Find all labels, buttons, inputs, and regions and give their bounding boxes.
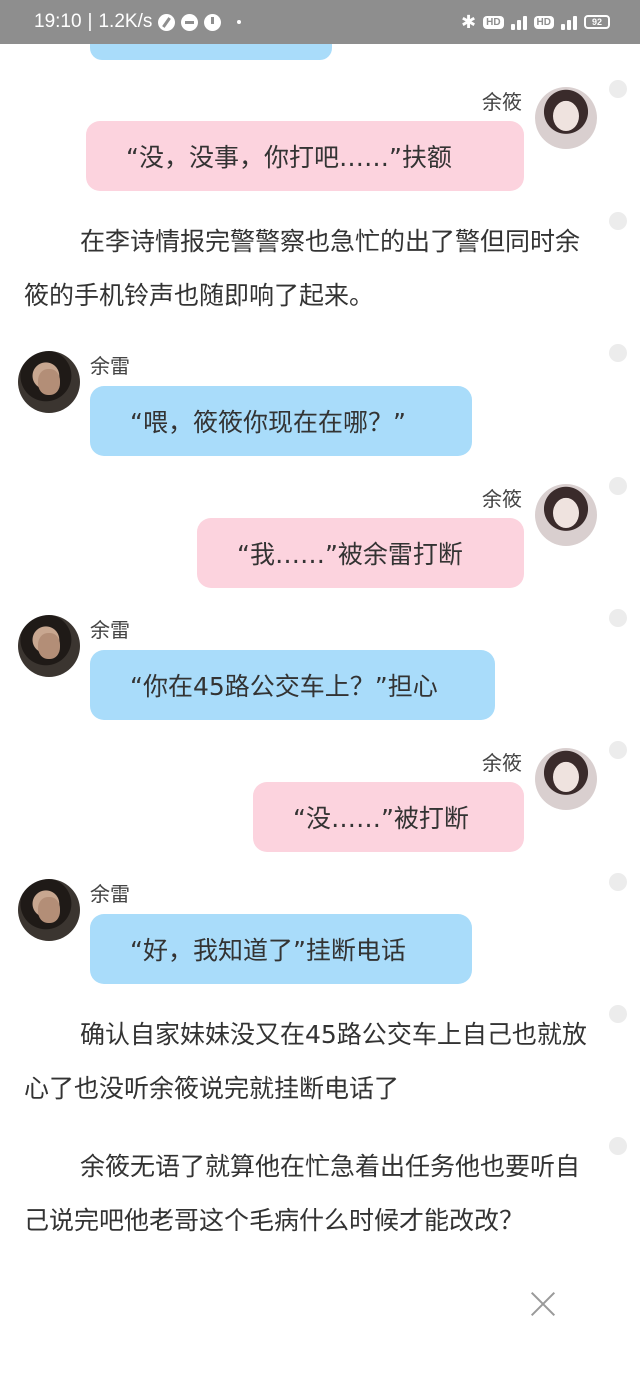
message-bubble: “好，我知道了”挂断电话 [90, 914, 472, 984]
paragraph-marker[interactable] [609, 873, 627, 891]
message-bubble: “我……”被余雷打断 [197, 518, 524, 588]
paragraph-marker[interactable] [609, 344, 627, 362]
message-bubble: “没……”被打断 [253, 782, 524, 852]
network-speed: 1.2K/s [98, 11, 153, 32]
do-not-disturb-icon [181, 13, 199, 31]
signal-2-icon [561, 14, 577, 30]
paragraph-marker[interactable] [609, 609, 627, 627]
battery-icon: 92 [584, 15, 610, 29]
avatar[interactable] [535, 748, 597, 810]
hd-badge-1: HD [483, 15, 504, 29]
avatar[interactable] [18, 879, 80, 941]
paragraph-marker[interactable] [609, 477, 627, 495]
status-separator: | [87, 11, 93, 32]
narration-paragraph: 确认自家妹妹没又在45路公交车上自己也就放心了也没听余筱说完就挂断电话了 [24, 1008, 604, 1116]
message-bubble: “没，没事，你打吧……”扶额 [86, 121, 524, 191]
more-notifications-icon [237, 20, 242, 24]
clock-time: 19:10 [34, 11, 82, 32]
paragraph-marker[interactable] [609, 1137, 627, 1155]
paragraph-text: 确认自家妹妹没又在45路公交车上自己也就放心了也没听余筱说完就挂断电话了 [24, 1020, 587, 1103]
status-left: 19:10 | 1.2K/s [34, 11, 242, 33]
signal-1-icon [510, 14, 527, 30]
previous-message-bubble [90, 44, 332, 60]
alarm-icon [204, 13, 222, 31]
avatar[interactable] [535, 484, 597, 546]
narration-paragraph: 在李诗情报完警警察也急忙的出了警但同时余筱的手机铃声也随即响了起来。 [24, 215, 604, 323]
status-bar: 19:10 | 1.2K/s ✱ HD HD 92 [0, 0, 640, 44]
hd-badge-2: HD [533, 15, 554, 29]
avatar[interactable] [535, 87, 597, 149]
status-right: ✱ HD HD 92 [461, 12, 610, 33]
narration-paragraph: 余筱无语了就算他在忙急着出任务他也要听自己说完吧他老哥这个毛病什么时候才能改改？ [24, 1140, 604, 1248]
speaker-name: 余雷 [90, 882, 130, 906]
close-icon[interactable] [530, 1291, 556, 1317]
message-bubble: “喂，筱筱你现在在哪？” [90, 386, 472, 456]
paragraph-marker[interactable] [609, 1005, 627, 1023]
paragraph-marker[interactable] [609, 80, 627, 98]
paragraph-text: 余筱无语了就算他在忙急着出任务他也要听自己说完吧他老哥这个毛病什么时候才能改改？ [24, 1152, 581, 1235]
bluetooth-icon: ✱ [461, 11, 477, 33]
paragraph-marker[interactable] [609, 212, 627, 230]
message-bubble: “你在45路公交车上？”担心 [90, 650, 495, 720]
avatar[interactable] [18, 615, 80, 677]
speaker-name: 余筱 [482, 90, 522, 114]
data-saver-icon [158, 13, 176, 31]
speaker-name: 余雷 [90, 354, 130, 378]
speaker-name: 余筱 [482, 487, 522, 511]
avatar[interactable] [18, 351, 80, 413]
speaker-name: 余雷 [90, 618, 130, 642]
paragraph-text: 在李诗情报完警警察也急忙的出了警但同时余筱的手机铃声也随即响了起来。 [24, 227, 581, 310]
speaker-name: 余筱 [482, 751, 522, 775]
paragraph-marker[interactable] [609, 741, 627, 759]
